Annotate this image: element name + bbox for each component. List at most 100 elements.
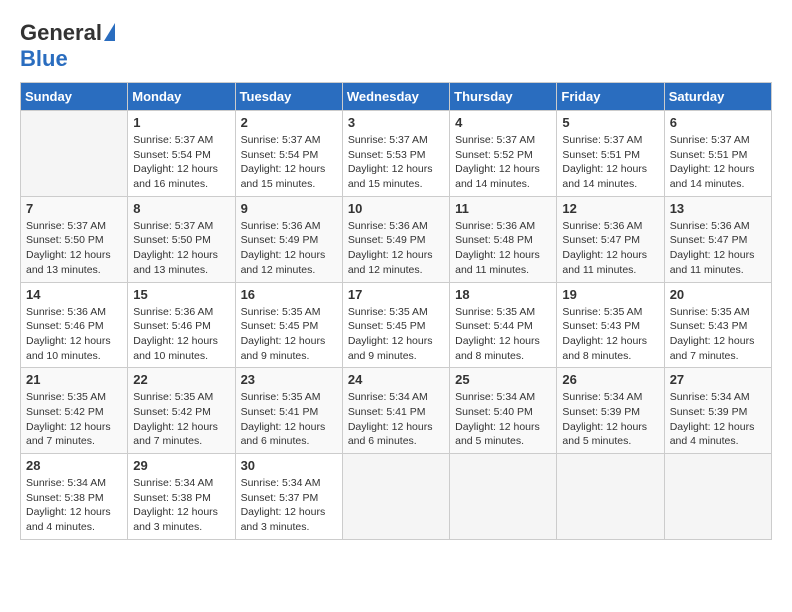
logo-triangle-icon: [104, 23, 115, 41]
day-number: 9: [241, 201, 337, 216]
day-number: 30: [241, 458, 337, 473]
calendar-cell: 6 Sunrise: 5:37 AM Sunset: 5:51 PM Daylig…: [664, 111, 771, 197]
day-info: Sunrise: 5:37 AM Sunset: 5:52 PM Dayligh…: [455, 133, 551, 192]
day-info: Sunrise: 5:35 AM Sunset: 5:45 PM Dayligh…: [241, 305, 337, 364]
calendar-cell: [557, 454, 664, 540]
calendar-cell: 12 Sunrise: 5:36 AM Sunset: 5:47 PM Dayli…: [557, 196, 664, 282]
day-number: 16: [241, 287, 337, 302]
calendar-cell: [450, 454, 557, 540]
calendar-cell: 28 Sunrise: 5:34 AM Sunset: 5:38 PM Dayli…: [21, 454, 128, 540]
calendar-cell: 19Sunrise: 5:35 AM Sunset: 5:43 PM Dayli…: [557, 282, 664, 368]
calendar-week-5: 28 Sunrise: 5:34 AM Sunset: 5:38 PM Dayli…: [21, 454, 772, 540]
day-number: 14: [26, 287, 122, 302]
calendar-cell: 25 Sunrise: 5:34 AM Sunset: 5:40 PM Dayli…: [450, 368, 557, 454]
calendar-header: SundayMondayTuesdayWednesdayThursdayFrid…: [21, 83, 772, 111]
day-info: Sunrise: 5:36 AM Sunset: 5:49 PM Dayligh…: [241, 219, 337, 278]
calendar-cell: 13 Sunrise: 5:36 AM Sunset: 5:47 PM Dayli…: [664, 196, 771, 282]
calendar-cell: 2 Sunrise: 5:37 AM Sunset: 5:54 PM Daylig…: [235, 111, 342, 197]
day-number: 23: [241, 372, 337, 387]
day-info: Sunrise: 5:34 AM Sunset: 5:39 PM Dayligh…: [562, 390, 658, 449]
calendar-cell: 7 Sunrise: 5:37 AM Sunset: 5:50 PM Daylig…: [21, 196, 128, 282]
day-number: 25: [455, 372, 551, 387]
col-header-tuesday: Tuesday: [235, 83, 342, 111]
calendar-week-3: 14 Sunrise: 5:36 AM Sunset: 5:46 PM Dayli…: [21, 282, 772, 368]
day-number: 12: [562, 201, 658, 216]
calendar-cell: 10 Sunrise: 5:36 AM Sunset: 5:49 PM Dayli…: [342, 196, 449, 282]
day-number: 27: [670, 372, 766, 387]
day-info: Sunrise: 5:35 AM Sunset: 5:42 PM Dayligh…: [133, 390, 229, 449]
calendar-cell: 30 Sunrise: 5:34 AM Sunset: 5:37 PM Dayli…: [235, 454, 342, 540]
day-number: 29: [133, 458, 229, 473]
day-number: 28: [26, 458, 122, 473]
day-number: 26: [562, 372, 658, 387]
day-info: Sunrise: 5:35 AM Sunset: 5:44 PM Dayligh…: [455, 305, 551, 364]
day-info: Sunrise: 5:37 AM Sunset: 5:51 PM Dayligh…: [670, 133, 766, 192]
day-number: 20: [670, 287, 766, 302]
calendar-week-2: 7 Sunrise: 5:37 AM Sunset: 5:50 PM Daylig…: [21, 196, 772, 282]
day-info: Sunrise: 5:37 AM Sunset: 5:50 PM Dayligh…: [133, 219, 229, 278]
col-header-saturday: Saturday: [664, 83, 771, 111]
day-info: Sunrise: 5:34 AM Sunset: 5:37 PM Dayligh…: [241, 476, 337, 535]
calendar-table: SundayMondayTuesdayWednesdayThursdayFrid…: [20, 82, 772, 540]
calendar-cell: 27 Sunrise: 5:34 AM Sunset: 5:39 PM Dayli…: [664, 368, 771, 454]
day-number: 18: [455, 287, 551, 302]
day-number: 21: [26, 372, 122, 387]
calendar-cell: 20 Sunrise: 5:35 AM Sunset: 5:43 PM Dayli…: [664, 282, 771, 368]
day-number: 7: [26, 201, 122, 216]
calendar-cell: 1 Sunrise: 5:37 AM Sunset: 5:54 PM Daylig…: [128, 111, 235, 197]
day-number: 11: [455, 201, 551, 216]
day-info: Sunrise: 5:36 AM Sunset: 5:47 PM Dayligh…: [670, 219, 766, 278]
calendar-week-4: 21 Sunrise: 5:35 AM Sunset: 5:42 PM Dayli…: [21, 368, 772, 454]
day-info: Sunrise: 5:34 AM Sunset: 5:40 PM Dayligh…: [455, 390, 551, 449]
calendar-cell: 16 Sunrise: 5:35 AM Sunset: 5:45 PM Dayli…: [235, 282, 342, 368]
day-info: Sunrise: 5:34 AM Sunset: 5:38 PM Dayligh…: [133, 476, 229, 535]
day-number: 1: [133, 115, 229, 130]
day-info: Sunrise: 5:36 AM Sunset: 5:46 PM Dayligh…: [133, 305, 229, 364]
day-info: Sunrise: 5:35 AM Sunset: 5:45 PM Dayligh…: [348, 305, 444, 364]
day-info: Sunrise: 5:35 AM Sunset: 5:43 PM Dayligh…: [562, 305, 658, 364]
day-info: Sunrise: 5:37 AM Sunset: 5:54 PM Dayligh…: [241, 133, 337, 192]
day-info: Sunrise: 5:35 AM Sunset: 5:43 PM Dayligh…: [670, 305, 766, 364]
calendar-cell: 5Sunrise: 5:37 AM Sunset: 5:51 PM Daylig…: [557, 111, 664, 197]
col-header-friday: Friday: [557, 83, 664, 111]
day-number: 2: [241, 115, 337, 130]
day-info: Sunrise: 5:36 AM Sunset: 5:48 PM Dayligh…: [455, 219, 551, 278]
calendar-cell: 8 Sunrise: 5:37 AM Sunset: 5:50 PM Daylig…: [128, 196, 235, 282]
day-info: Sunrise: 5:35 AM Sunset: 5:42 PM Dayligh…: [26, 390, 122, 449]
day-number: 3: [348, 115, 444, 130]
calendar-cell: 21 Sunrise: 5:35 AM Sunset: 5:42 PM Dayli…: [21, 368, 128, 454]
day-info: Sunrise: 5:37 AM Sunset: 5:50 PM Dayligh…: [26, 219, 122, 278]
calendar-cell: 15 Sunrise: 5:36 AM Sunset: 5:46 PM Dayli…: [128, 282, 235, 368]
page-header: General Blue: [20, 20, 772, 72]
day-number: 6: [670, 115, 766, 130]
day-info: Sunrise: 5:34 AM Sunset: 5:41 PM Dayligh…: [348, 390, 444, 449]
calendar-cell: 23 Sunrise: 5:35 AM Sunset: 5:41 PM Dayli…: [235, 368, 342, 454]
day-info: Sunrise: 5:36 AM Sunset: 5:49 PM Dayligh…: [348, 219, 444, 278]
col-header-thursday: Thursday: [450, 83, 557, 111]
calendar-cell: 9 Sunrise: 5:36 AM Sunset: 5:49 PM Daylig…: [235, 196, 342, 282]
calendar-cell: 17 Sunrise: 5:35 AM Sunset: 5:45 PM Dayli…: [342, 282, 449, 368]
day-number: 15: [133, 287, 229, 302]
calendar-cell: 4 Sunrise: 5:37 AM Sunset: 5:52 PM Daylig…: [450, 111, 557, 197]
day-number: 17: [348, 287, 444, 302]
calendar-cell: 22Sunrise: 5:35 AM Sunset: 5:42 PM Dayli…: [128, 368, 235, 454]
logo: General Blue: [20, 20, 115, 72]
calendar-cell: 18 Sunrise: 5:35 AM Sunset: 5:44 PM Dayli…: [450, 282, 557, 368]
day-info: Sunrise: 5:34 AM Sunset: 5:39 PM Dayligh…: [670, 390, 766, 449]
calendar-cell: [664, 454, 771, 540]
day-number: 13: [670, 201, 766, 216]
day-number: 4: [455, 115, 551, 130]
day-number: 10: [348, 201, 444, 216]
day-info: Sunrise: 5:35 AM Sunset: 5:41 PM Dayligh…: [241, 390, 337, 449]
calendar-cell: 3Sunrise: 5:37 AM Sunset: 5:53 PM Daylig…: [342, 111, 449, 197]
day-number: 5: [562, 115, 658, 130]
calendar-cell: [21, 111, 128, 197]
day-info: Sunrise: 5:36 AM Sunset: 5:46 PM Dayligh…: [26, 305, 122, 364]
day-info: Sunrise: 5:34 AM Sunset: 5:38 PM Dayligh…: [26, 476, 122, 535]
day-info: Sunrise: 5:36 AM Sunset: 5:47 PM Dayligh…: [562, 219, 658, 278]
day-info: Sunrise: 5:37 AM Sunset: 5:54 PM Dayligh…: [133, 133, 229, 192]
calendar-cell: 29 Sunrise: 5:34 AM Sunset: 5:38 PM Dayli…: [128, 454, 235, 540]
calendar-week-1: 1 Sunrise: 5:37 AM Sunset: 5:54 PM Daylig…: [21, 111, 772, 197]
day-number: 8: [133, 201, 229, 216]
col-header-wednesday: Wednesday: [342, 83, 449, 111]
